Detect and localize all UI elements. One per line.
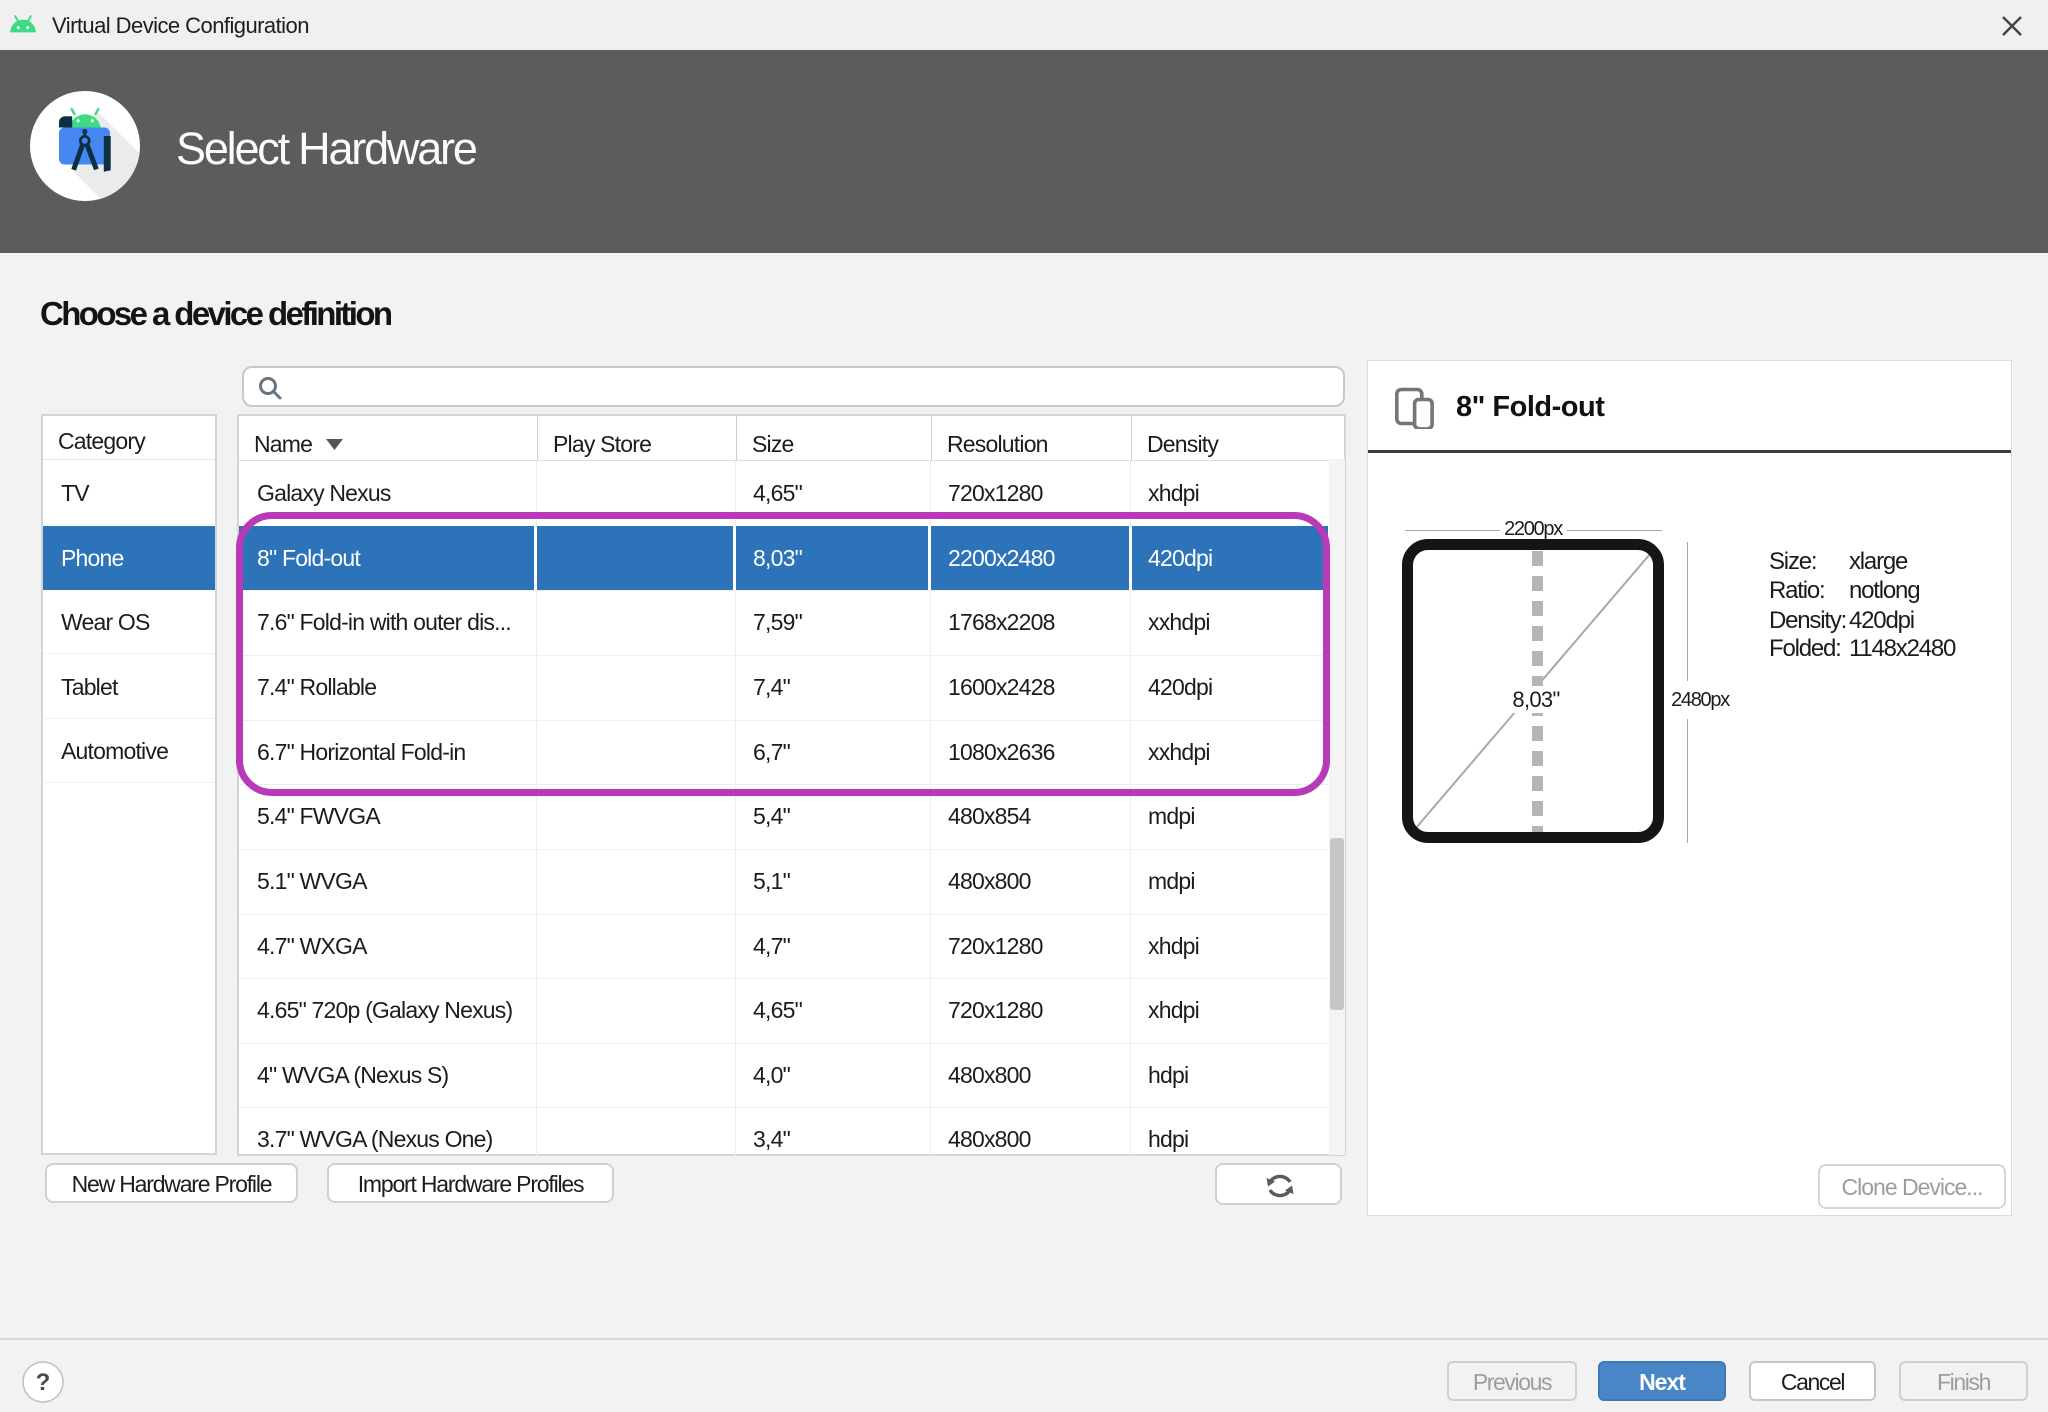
svg-text:?: ? xyxy=(36,1369,51,1396)
